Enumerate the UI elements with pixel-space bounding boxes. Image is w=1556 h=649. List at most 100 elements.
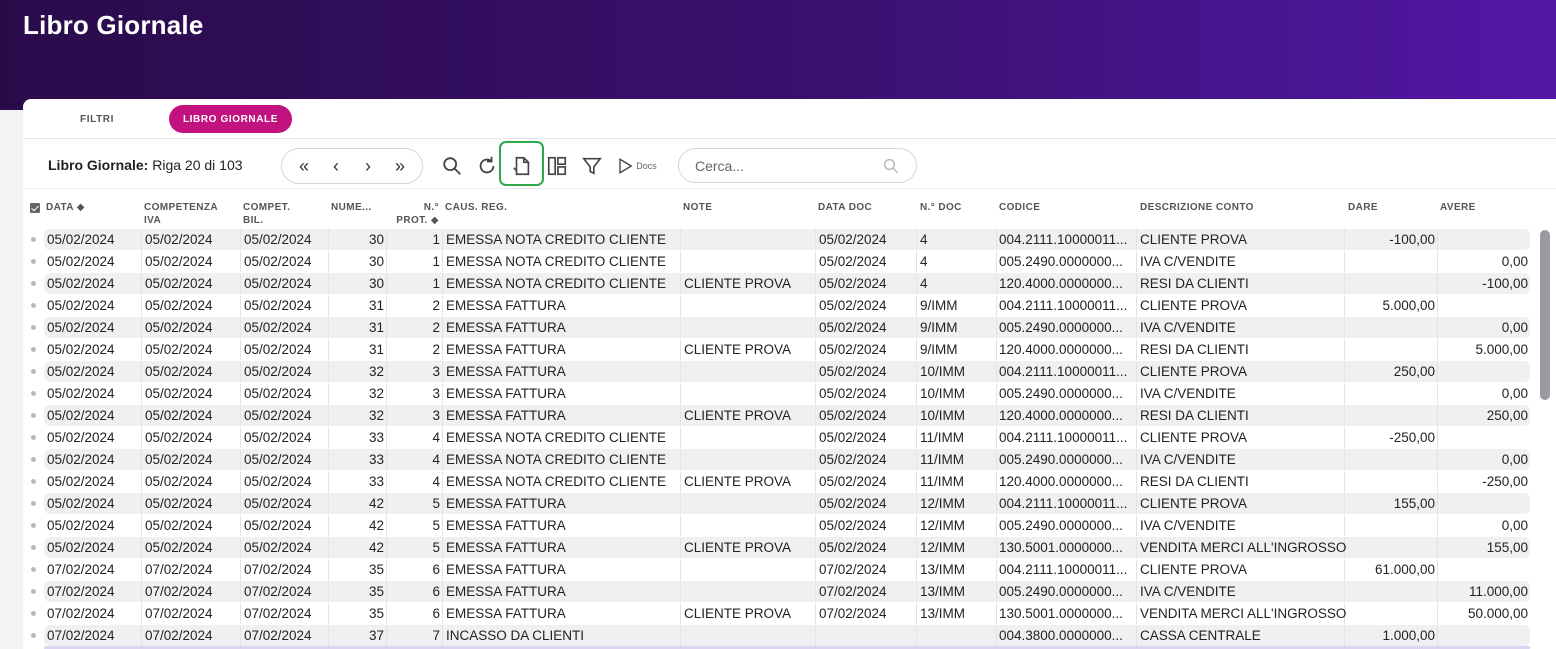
previous-icon[interactable]: ‹	[322, 156, 350, 177]
table-row[interactable]: 05/02/2024 05/02/2024 05/02/2024 31 2 EMESSA …	[23, 295, 1533, 317]
vertical-scrollbar[interactable]	[1540, 230, 1550, 400]
column-divider	[1136, 295, 1137, 316]
layout-icon[interactable]	[545, 154, 569, 178]
row-selector[interactable]	[31, 281, 36, 286]
column-divider	[240, 625, 241, 646]
cell-n-doc: 10/IMM	[920, 408, 966, 423]
filter-icon[interactable]	[580, 154, 604, 178]
table-row[interactable]: 05/02/2024 05/02/2024 05/02/2024 31 2 EMESSA …	[23, 317, 1533, 339]
table-row[interactable]: 05/02/2024 05/02/2024 05/02/2024 30 1 EMESSA …	[23, 229, 1533, 251]
col-dare[interactable]: DARE	[1348, 201, 1378, 214]
column-divider	[442, 295, 443, 316]
table-row[interactable]: 05/02/2024 05/02/2024 05/02/2024 42 5 EMESSA …	[23, 537, 1533, 559]
cell-descrizione-conto: CLIENTE PROVA	[1140, 232, 1248, 247]
col-data-doc[interactable]: DATA DOC	[818, 201, 872, 214]
row-selector[interactable]	[31, 303, 36, 308]
column-divider	[916, 405, 917, 426]
column-divider	[815, 581, 816, 602]
table-row[interactable]: 05/02/2024 05/02/2024 05/02/2024 32 3 EMESSA …	[23, 405, 1533, 427]
column-divider	[442, 273, 443, 294]
cell-codice: 005.2490.0000000...	[999, 386, 1123, 401]
table-row[interactable]: 07/02/2024 07/02/2024 07/02/2024 35 6 EMESSA …	[23, 559, 1533, 581]
row-selector[interactable]	[31, 435, 36, 440]
cell-note: CLIENTE PROVA	[684, 276, 792, 291]
first-page-icon[interactable]: «	[290, 156, 318, 177]
docs-icon[interactable]: Docs	[615, 154, 659, 178]
row-selector[interactable]	[31, 611, 36, 616]
row-selector[interactable]	[31, 567, 36, 572]
table-row[interactable]: 05/02/2024 05/02/2024 05/02/2024 33 4 EMESSA …	[23, 471, 1533, 493]
table-row[interactable]: 05/02/2024 05/02/2024 05/02/2024 32 3 EMESSA …	[23, 383, 1533, 405]
row-selector[interactable]	[31, 369, 36, 374]
column-divider	[386, 383, 387, 404]
col-competenza-iva[interactable]: COMPETENZA IVA	[144, 201, 218, 227]
refresh-icon[interactable]	[475, 154, 499, 178]
table-row[interactable]: 07/02/2024 07/02/2024 07/02/2024 37 7 INCASSO…	[23, 625, 1533, 647]
sort-icon[interactable]: ◆	[77, 202, 85, 213]
col-codice[interactable]: CODICE	[999, 201, 1040, 214]
cell-caus-reg: EMESSA FATTURA	[446, 584, 566, 599]
search-input[interactable]	[695, 157, 875, 175]
col-n-prot[interactable]: N.° PROT. ◆	[393, 201, 439, 227]
row-selector[interactable]	[31, 501, 36, 506]
cell-avere: 0,00	[1501, 452, 1528, 467]
search-field-icon[interactable]	[882, 157, 900, 175]
row-selector[interactable]	[31, 259, 36, 264]
row-selector[interactable]	[31, 545, 36, 550]
row-selector[interactable]	[31, 479, 36, 484]
select-all-checkbox[interactable]	[30, 203, 40, 213]
row-selector[interactable]	[31, 413, 36, 418]
cell-data: 05/02/2024	[47, 496, 115, 511]
row-selector[interactable]	[31, 237, 36, 242]
col-avere[interactable]: AVERE	[1440, 201, 1476, 214]
tab-libro-giornale[interactable]: LIBRO GIORNALE	[169, 105, 292, 133]
row-selector[interactable]	[31, 457, 36, 462]
row-selector[interactable]	[31, 523, 36, 528]
row-selector[interactable]	[31, 633, 36, 638]
table-row[interactable]: 07/02/2024 07/02/2024 07/02/2024 35 6 EMESSA …	[23, 581, 1533, 603]
cell-n-prot: 3	[432, 364, 440, 379]
table-row[interactable]: 05/02/2024 05/02/2024 05/02/2024 32 3 EMESSA …	[23, 361, 1533, 383]
col-descrizione-conto[interactable]: DESCRIZIONE CONTO	[1140, 201, 1254, 214]
cell-numero: 42	[368, 540, 384, 555]
table-row[interactable]: 05/02/2024 05/02/2024 05/02/2024 31 2 EMESSA …	[23, 339, 1533, 361]
column-divider	[680, 581, 681, 602]
row-selector[interactable]	[31, 325, 36, 330]
col-compet-bil[interactable]: COMPET. BIL.	[243, 201, 290, 227]
cell-n-doc: 10/IMM	[920, 386, 966, 401]
table-row[interactable]: 05/02/2024 05/02/2024 05/02/2024 30 1 EMESSA …	[23, 273, 1533, 295]
col-n-prot-label-2: PROT.	[396, 215, 428, 226]
cell-descrizione-conto: IVA C/VENDITE	[1140, 254, 1236, 269]
tab-filtri[interactable]: FILTRI	[67, 105, 127, 133]
col-numero[interactable]: NUME...	[331, 201, 372, 214]
row-selector[interactable]	[31, 589, 36, 594]
row-selector[interactable]	[31, 391, 36, 396]
column-divider	[386, 449, 387, 470]
cell-competenza-iva: 05/02/2024	[145, 232, 213, 247]
table-row[interactable]: 05/02/2024 05/02/2024 05/02/2024 42 5 EMESSA …	[23, 493, 1533, 515]
table-row[interactable]: 05/02/2024 05/02/2024 05/02/2024 42 5 EMESSA …	[23, 515, 1533, 537]
search-icon[interactable]	[440, 154, 464, 178]
sort-icon[interactable]: ◆	[431, 215, 439, 226]
table-row[interactable]: 05/02/2024 05/02/2024 05/02/2024 33 4 EMESSA …	[23, 449, 1533, 471]
col-caus-reg[interactable]: CAUS. REG.	[445, 201, 507, 214]
column-divider	[815, 317, 816, 338]
column-divider	[680, 383, 681, 404]
cell-numero: 42	[368, 496, 384, 511]
table-row[interactable]: 05/02/2024 05/02/2024 05/02/2024 30 1 EMESSA …	[23, 251, 1533, 273]
col-n-prot-label-1: N.°	[423, 202, 439, 213]
export-icon[interactable]	[510, 154, 534, 178]
next-icon[interactable]: ›	[354, 156, 382, 177]
grid-body: 05/02/2024 05/02/2024 05/02/2024 30 1 EMESSA …	[23, 229, 1533, 647]
column-divider	[996, 625, 997, 646]
column-divider	[815, 625, 816, 646]
table-row[interactable]: 07/02/2024 07/02/2024 07/02/2024 35 6 EMESSA …	[23, 603, 1533, 625]
col-note[interactable]: NOTE	[683, 201, 712, 214]
cell-descrizione-conto: RESI DA CLIENTI	[1140, 474, 1249, 489]
row-selector[interactable]	[31, 347, 36, 352]
table-row[interactable]: 05/02/2024 05/02/2024 05/02/2024 33 4 EMESSA …	[23, 427, 1533, 449]
cell-competenza-iva: 05/02/2024	[145, 320, 213, 335]
last-page-icon[interactable]: »	[386, 156, 414, 177]
col-data[interactable]: DATA ◆	[46, 201, 85, 214]
col-n-doc[interactable]: N.° DOC	[920, 201, 962, 214]
